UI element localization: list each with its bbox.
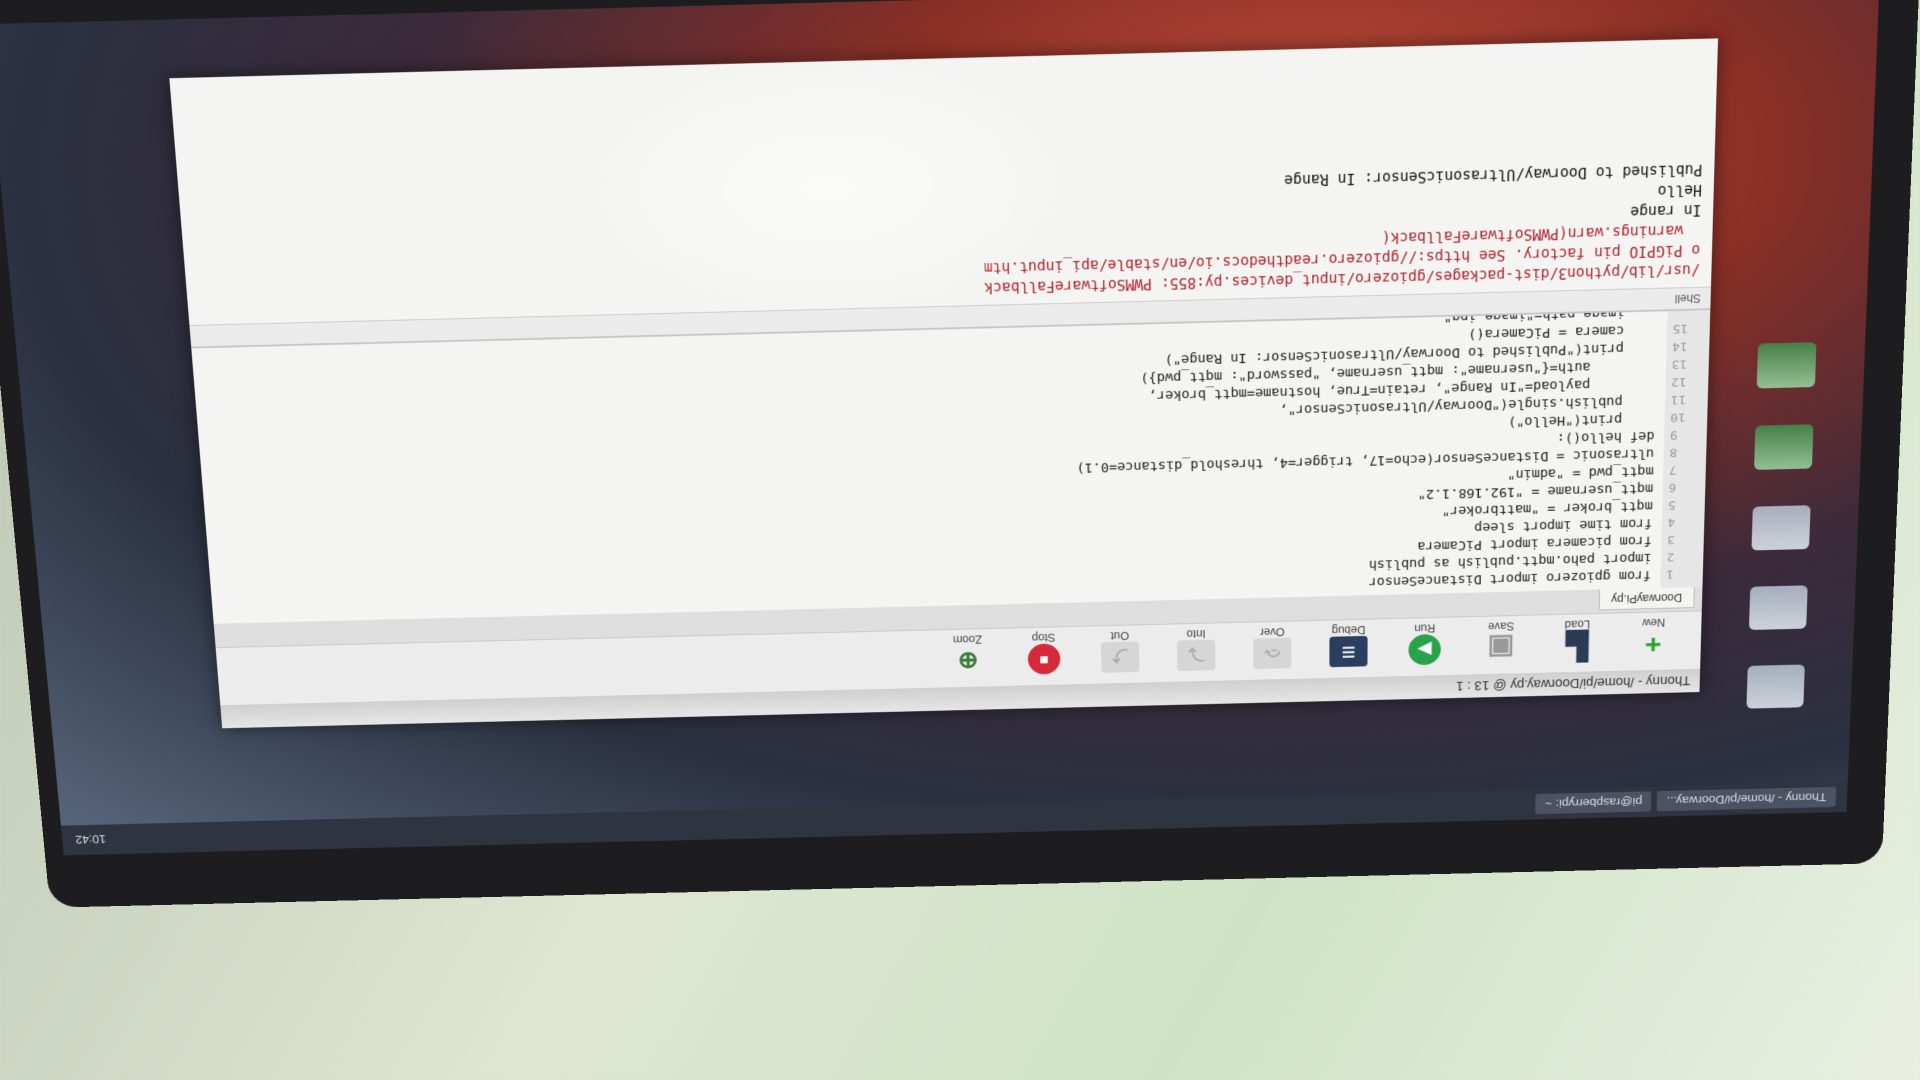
desktop-app-icon[interactable]	[1756, 342, 1817, 389]
folder-icon: ▙	[1565, 630, 1589, 661]
line-number: 15	[1672, 320, 1689, 336]
toolbar-label: Save	[1487, 619, 1515, 633]
line-number: 11	[1670, 392, 1687, 407]
desktop-icons	[1699, 304, 1847, 710]
toolbar-label: Out	[1110, 629, 1130, 643]
debug-icon: ☰	[1329, 635, 1368, 668]
line-number: 2	[1666, 549, 1675, 564]
over-button[interactable]: ⤼ Over	[1234, 621, 1310, 670]
line-number: 4	[1667, 514, 1676, 529]
save-button[interactable]: ▣ Save	[1463, 615, 1540, 664]
toolbar-label: Stop	[1031, 630, 1056, 645]
line-number: 14	[1672, 338, 1688, 354]
line-number: 13	[1671, 356, 1688, 372]
toolbar-label: Load	[1564, 617, 1591, 631]
screen: Thonny - /home/pi/Doorway... pi@raspberry…	[0, 0, 1880, 856]
zoom-icon: ⊕	[957, 647, 979, 676]
stop-icon: ■	[1027, 643, 1061, 675]
code-area[interactable]: from gpiozero import DistanceSensor impor…	[191, 311, 1667, 624]
load-button[interactable]: ▙ Load	[1539, 614, 1616, 663]
line-number: 7	[1668, 462, 1677, 477]
code-editor[interactable]: 1 2 3 4 5 6 7 8 9 10 11 12 13 14 15 from gpiozero impo…	[191, 308, 1711, 624]
save-icon: ▣	[1487, 632, 1515, 663]
line-number: 1	[1666, 566, 1675, 581]
zoom-button[interactable]: ⊕ Zoom	[929, 629, 1006, 677]
out-button[interactable]: ⤴ Out	[1082, 625, 1159, 673]
clock: 10:42	[74, 832, 107, 847]
play-icon: ▶	[1408, 634, 1441, 666]
toolbar-label: Zoom	[952, 632, 983, 647]
toolbar-label: Run	[1414, 621, 1436, 635]
plus-icon: +	[1644, 629, 1662, 660]
desktop-file-icon[interactable]	[1748, 585, 1808, 631]
monitor-bezel: Thonny - /home/pi/Doorway... pi@raspberry…	[0, 0, 1920, 908]
run-button[interactable]: ▶ Run	[1386, 617, 1463, 666]
desktop-file-icon[interactable]	[1751, 505, 1811, 551]
taskbar-item[interactable]: pi@raspberrypi: ~	[1535, 791, 1652, 815]
line-gutter: 1 2 3 4 5 6 7 8 9 10 11 12 13 14 15	[1660, 310, 1711, 589]
toolbar-label: Over	[1259, 625, 1285, 639]
toolbar-label: New	[1642, 615, 1666, 630]
line-number: 3	[1667, 532, 1676, 547]
toolbar-label: Into	[1186, 627, 1206, 641]
line-number: 12	[1671, 374, 1687, 389]
line-number: 6	[1668, 480, 1677, 495]
taskbar: Thonny - /home/pi/Doorway... pi@raspberry…	[60, 782, 1848, 856]
step-out-icon: ⤴	[1100, 641, 1140, 673]
taskbar-item[interactable]: Thonny - /home/pi/Doorway...	[1657, 787, 1837, 812]
step-into-icon: ⤵	[1177, 639, 1216, 671]
into-button[interactable]: ⤵ Into	[1158, 623, 1235, 672]
new-button[interactable]: + New	[1615, 612, 1692, 661]
line-number: 10	[1670, 409, 1686, 425]
desktop-file-icon[interactable]	[1746, 664, 1805, 709]
stop-button[interactable]: ■ Stop	[1005, 627, 1082, 675]
step-over-icon: ⤼	[1253, 637, 1292, 670]
tab-doorway[interactable]: DoorwayPi.py	[1598, 587, 1695, 611]
task-list: Thonny - /home/pi/Doorway... pi@raspberry…	[1530, 787, 1837, 815]
debug-button[interactable]: ☰ Debug	[1310, 619, 1386, 668]
shell-console[interactable]: /usr/lib/python3/dist-packages/gpiozero/…	[169, 40, 1717, 325]
desktop-app-icon[interactable]	[1754, 424, 1814, 470]
line-number: 9	[1669, 427, 1678, 442]
toolbar-label: Debug	[1331, 623, 1366, 637]
thonny-window: Thonny - /home/pi/Doorway.py @ 13 : 1 + N…	[169, 38, 1719, 729]
line-number: 8	[1669, 445, 1678, 460]
line-number: 5	[1668, 497, 1676, 512]
